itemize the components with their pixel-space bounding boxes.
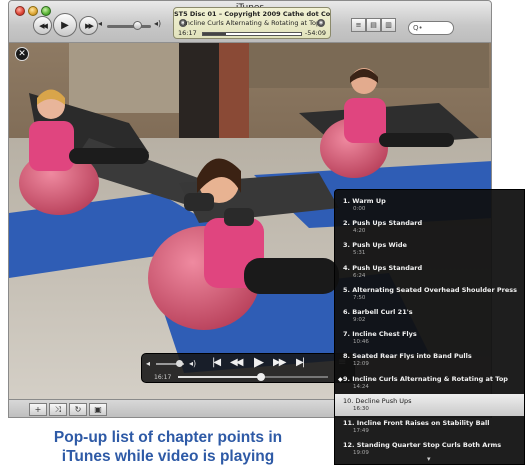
chapter-time: 17:49 bbox=[353, 428, 369, 434]
chapter-item[interactable]: 10. Decline Push Ups 16:30 bbox=[335, 393, 524, 416]
controller-volume-knob[interactable] bbox=[176, 360, 183, 367]
chapter-title: 12. Standing Quarter Stop Curls Both Arm… bbox=[343, 441, 502, 450]
speaker-high-icon: ◂) bbox=[154, 19, 162, 28]
caption: Pop-up list of chapter points in iTunes … bbox=[18, 428, 318, 465]
chapter-time: 5:31 bbox=[353, 250, 366, 257]
speaker-high-icon: ◂) bbox=[189, 359, 197, 368]
controller-scrubber[interactable] bbox=[178, 373, 328, 381]
controller-playhead[interactable] bbox=[256, 373, 265, 381]
shuffle-button[interactable]: ⤨ bbox=[49, 403, 67, 416]
fast-forward-button[interactable]: ▶▶ bbox=[79, 16, 98, 35]
screenshot: iTunes ◀◀ ▶ ▶▶ ◂ ◂) ST5 Disc 01 – Copyri… bbox=[0, 0, 525, 465]
controller-elapsed-time: 16:17 bbox=[154, 374, 172, 381]
remaining-time: -54:09 bbox=[304, 29, 326, 37]
chapter-time: 9:02 bbox=[353, 317, 366, 323]
rewind-button[interactable]: ◀◀ bbox=[33, 16, 52, 35]
chapter-item[interactable]: 11. Incline Front Raises on Stability Ba… bbox=[335, 416, 524, 438]
search-input[interactable]: Q• bbox=[408, 21, 454, 35]
rewind-icon: ◀◀ bbox=[39, 21, 48, 30]
close-icon: ✕ bbox=[18, 49, 26, 59]
chapter-time: 4:20 bbox=[353, 228, 366, 235]
speaker-low-icon: ◂ bbox=[146, 359, 151, 368]
track-progress-bar[interactable] bbox=[202, 32, 302, 36]
play-icon: ▶ bbox=[61, 19, 69, 31]
chapter-time: 0:00 bbox=[353, 206, 366, 212]
chapter-item[interactable]: 7. Incline Chest Flys 10:46 bbox=[335, 327, 524, 349]
chapter-title: 10. Decline Push Ups bbox=[343, 396, 412, 405]
artwork-button[interactable]: ▣ bbox=[89, 403, 107, 416]
video-controller: ◂ ◂) |◀ ◀◀ ▶ ▶▶ ▶| ≡ 16:17 bbox=[141, 353, 355, 383]
chapter-item[interactable]: ◆ 9. Incline Curls Alternating & Rotating… bbox=[335, 372, 524, 394]
controller-scrubber-fill bbox=[178, 376, 261, 378]
chapter-title: 2. Push Ups Standard bbox=[343, 219, 423, 228]
chapter-list-popup: 12. Standing Quarter Stop Curls Both Arm… bbox=[334, 189, 525, 465]
volume-knob[interactable] bbox=[133, 21, 142, 30]
caption-line-2: iTunes while video is playing bbox=[61, 448, 275, 465]
fast-forward-icon: ▶▶ bbox=[85, 21, 94, 30]
title-bar: iTunes ◀◀ ▶ ▶▶ ◂ ◂) ST5 Disc 01 – Copyri… bbox=[9, 1, 491, 43]
chapter-title: 5. Alternating Seated Overhead Shoulder … bbox=[343, 285, 518, 294]
chapter-title: 11. Incline Front Raises on Stability Ba… bbox=[343, 419, 490, 427]
artwork-icon: ▣ bbox=[94, 405, 102, 414]
elapsed-time: 16:17 bbox=[178, 29, 197, 37]
chapter-time: 7:50 bbox=[353, 294, 366, 301]
next-chapter-button[interactable]: ▶| bbox=[296, 357, 305, 368]
chapter-title: 7. Incline Chest Flys bbox=[343, 330, 417, 339]
chapter-title: 1. Warm Up bbox=[343, 197, 386, 205]
speaker-low-icon: ◂ bbox=[98, 19, 103, 28]
play-button[interactable]: ▶ bbox=[254, 355, 264, 370]
track-line: Incline Curls Alternating & Rotating at … bbox=[183, 19, 321, 27]
plus-icon: + bbox=[34, 405, 42, 414]
genius-icon[interactable]: ◉ bbox=[317, 19, 325, 27]
chapter-item[interactable]: 4. Push Ups Standard 6:24 bbox=[335, 261, 524, 283]
previous-chapter-button[interactable]: |◀ bbox=[212, 357, 221, 368]
track-progress-fill bbox=[203, 33, 226, 35]
chapter-item[interactable]: 8. Seated Rear Flys into Band Pulls 12:09 bbox=[335, 349, 524, 371]
chapter-time: 12:09 bbox=[353, 361, 369, 368]
chapter-item[interactable]: 1. Warm Up 0:00 bbox=[335, 194, 524, 216]
chapter-time: 19:09 bbox=[353, 450, 369, 457]
volume-slider[interactable] bbox=[107, 25, 151, 28]
album-line: ST5 Disc 01 – Copyright 2009 Cathe dot C… bbox=[174, 10, 331, 18]
view-list-button[interactable]: ≡ bbox=[351, 18, 366, 32]
chapter-time: 10:46 bbox=[353, 339, 369, 346]
list-view-icon: ≡ bbox=[355, 21, 362, 29]
coverflow-view-icon: ▥ bbox=[385, 21, 392, 29]
chapter-time: 16:30 bbox=[353, 405, 369, 412]
repeat-icon: ↻ bbox=[74, 405, 82, 414]
fast-forward-button[interactable]: ▶▶ bbox=[273, 357, 286, 368]
view-coverflow-button[interactable]: ▥ bbox=[381, 18, 396, 32]
add-playlist-button[interactable]: + bbox=[29, 403, 47, 416]
repeat-button[interactable]: ↻ bbox=[69, 403, 87, 416]
chapter-item[interactable]: 3. Push Ups Wide 5:31 bbox=[335, 238, 524, 260]
chapter-item[interactable]: 6. Barbell Curl 21's 9:02 bbox=[335, 305, 524, 327]
current-chapter-icon: ◆ bbox=[338, 375, 343, 383]
chapter-title: 4. Push Ups Standard bbox=[343, 263, 423, 272]
chapter-time: 6:24 bbox=[353, 272, 366, 279]
chapter-title: 8. Seated Rear Flys into Band Pulls bbox=[343, 352, 472, 361]
view-album-button[interactable]: ▤ bbox=[366, 18, 381, 32]
chapter-time: 14:24 bbox=[353, 383, 369, 390]
chapter-item[interactable]: 5. Alternating Seated Overhead Shoulder … bbox=[335, 283, 524, 305]
play-button[interactable]: ▶ bbox=[53, 13, 77, 37]
chapter-item[interactable]: 2. Push Ups Standard 4:20 bbox=[335, 216, 524, 238]
scroll-down-icon[interactable]: ▾ bbox=[427, 455, 431, 463]
rewind-button[interactable]: ◀◀ bbox=[230, 357, 243, 368]
album-view-icon: ▤ bbox=[370, 21, 377, 29]
chapter-title: 9. Incline Curls Alternating & Rotating … bbox=[343, 374, 508, 383]
shuffle-icon: ⤨ bbox=[54, 404, 62, 414]
chapter-title: 3. Push Ups Wide bbox=[343, 241, 407, 250]
caption-line-1: Pop-up list of chapter points in bbox=[53, 429, 283, 446]
close-video-button[interactable]: ✕ bbox=[15, 47, 29, 61]
status-display: ST5 Disc 01 – Copyright 2009 Cathe dot C… bbox=[173, 7, 331, 39]
chapter-title: 6. Barbell Curl 21's bbox=[343, 308, 413, 316]
